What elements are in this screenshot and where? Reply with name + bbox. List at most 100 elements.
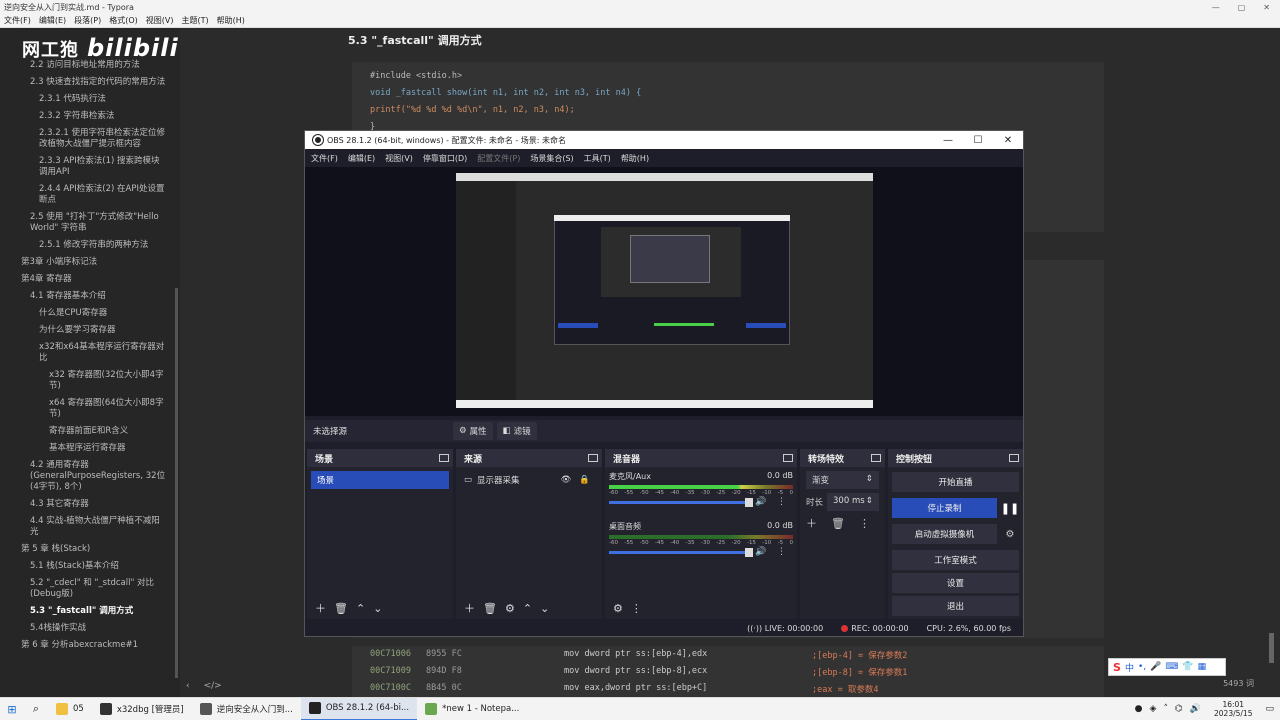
scene-item[interactable]: 场景: [311, 471, 449, 489]
virtual-camera-button[interactable]: 启动虚拟摄像机: [892, 524, 997, 544]
ime-toolbar[interactable]: S 中 •, 🎤 ⌨ 👕 ▦: [1108, 658, 1226, 676]
arrow-down-icon[interactable]: ⌄: [540, 602, 549, 615]
collapse-sidebar-icon[interactable]: ‹: [186, 681, 190, 691]
obs-menu-scene-collection[interactable]: 场景集合(S): [530, 153, 573, 164]
menu-help[interactable]: 帮助(H): [217, 15, 245, 26]
volume-slider[interactable]: [609, 498, 753, 507]
menu-view[interactable]: 视图(V): [146, 15, 174, 26]
undock-icon[interactable]: [1009, 454, 1019, 462]
windows-start-icon[interactable]: ⊞: [0, 703, 24, 716]
more-icon[interactable]: ⋮: [777, 547, 786, 557]
filters-button[interactable]: ◧ 滤镜: [496, 422, 537, 440]
outline-item[interactable]: 2.3.1 代码执行法: [0, 94, 180, 105]
slider-knob[interactable]: [745, 548, 753, 557]
close-icon[interactable]: ✕: [993, 135, 1023, 146]
punctuation-icon[interactable]: •,: [1138, 662, 1146, 672]
ime-mode[interactable]: 中: [1125, 661, 1134, 674]
more-icon[interactable]: ⋮: [859, 517, 870, 530]
duration-spinbox[interactable]: 300 ms ⇕: [827, 493, 879, 511]
outline-item[interactable]: 第3章 小端序标记法: [0, 257, 180, 268]
arrow-up-icon[interactable]: ⌃: [356, 602, 365, 615]
obs-menu-edit[interactable]: 编辑(E): [348, 153, 375, 164]
obs-menu-help[interactable]: 帮助(H): [621, 153, 649, 164]
menu-format[interactable]: 格式(O): [109, 15, 138, 26]
undock-icon[interactable]: [871, 454, 881, 462]
menu-edit[interactable]: 编辑(E): [39, 15, 66, 26]
source-mode-icon[interactable]: </>: [204, 681, 222, 691]
outline-item[interactable]: 4.4 实战-植物大战僵尸种植不减阳光: [0, 516, 180, 538]
exit-button[interactable]: 退出: [892, 596, 1019, 616]
editor-scrollbar[interactable]: [1269, 633, 1274, 663]
trash-icon[interactable]: 🗑: [334, 602, 348, 615]
outline-item[interactable]: 第 6 章 分析abexcrackme#1: [0, 640, 180, 651]
maximize-icon[interactable]: ☐: [963, 135, 993, 146]
outline-item[interactable]: 2.4.4 API检索法(2) 在API处设置断点: [0, 184, 180, 206]
outline-item[interactable]: 5.4栈操作实战: [0, 623, 180, 634]
taskbar-item[interactable]: 逆向安全从入门到...: [192, 698, 301, 720]
network-icon[interactable]: ⌬: [1175, 704, 1183, 714]
studio-mode-button[interactable]: 工作室模式: [892, 550, 1019, 570]
menu-file[interactable]: 文件(F): [4, 15, 31, 26]
properties-button[interactable]: ⚙ 属性: [453, 422, 493, 440]
outline-item[interactable]: 寄存器前面E和R含义: [0, 426, 180, 437]
outline-item[interactable]: 2.5.1 修改字符串的两种方法: [0, 240, 180, 251]
minimize-icon[interactable]: —: [933, 135, 963, 146]
search-icon[interactable]: ⌕: [24, 702, 48, 716]
maximize-icon[interactable]: ▢: [1238, 3, 1246, 12]
outline-item[interactable]: 为什么要学习寄存器: [0, 325, 180, 336]
skin-icon[interactable]: 👕: [1182, 662, 1193, 672]
eye-icon[interactable]: 👁: [561, 475, 572, 485]
shield-icon[interactable]: ◈: [1150, 704, 1157, 714]
outline-item[interactable]: 4.3 其它寄存器: [0, 499, 180, 510]
outline-item[interactable]: 4.2 通用寄存器(GeneralPurposeRegisters, 32位(4…: [0, 460, 180, 493]
trash-icon[interactable]: 🗑: [831, 517, 845, 530]
stop-record-button[interactable]: 停止录制: [892, 498, 997, 518]
volume-icon[interactable]: 🔊: [1190, 704, 1201, 714]
undock-icon[interactable]: [783, 454, 793, 462]
undock-icon[interactable]: [588, 454, 598, 462]
outline-scrollbar[interactable]: [175, 288, 178, 678]
outline-item[interactable]: 第 5 章 栈(Stack): [0, 544, 180, 555]
menu-theme[interactable]: 主题(T): [181, 15, 208, 26]
obs-menu-view[interactable]: 视图(V): [385, 153, 413, 164]
tray-app-icon[interactable]: ●: [1135, 704, 1143, 714]
lock-icon[interactable]: 🔒: [579, 475, 590, 485]
menu-paragraph[interactable]: 段落(P): [74, 15, 101, 26]
outline-item[interactable]: 5.2 "_cdecl" 和 "_stdcall" 对比 (Debug版): [0, 578, 180, 600]
taskbar-item[interactable]: 05: [48, 698, 92, 720]
start-stream-button[interactable]: 开始直播: [892, 472, 1019, 492]
gear-icon[interactable]: ⚙: [505, 602, 515, 615]
outline-item[interactable]: 2.3.3 API检索法(1) 搜索跨模块调用API: [0, 156, 180, 178]
add-icon[interactable]: ＋: [315, 600, 326, 616]
outline-item[interactable]: x32 寄存器图(32位大小即4字节): [0, 370, 180, 392]
speaker-icon[interactable]: 🔊: [755, 547, 766, 557]
toolbox-icon[interactable]: ▦: [1198, 662, 1207, 672]
settings-button[interactable]: 设置: [892, 573, 1019, 593]
minimize-icon[interactable]: —: [1212, 3, 1220, 12]
more-icon[interactable]: ⋮: [631, 602, 642, 615]
obs-menu-profile[interactable]: 配置文件(P): [477, 153, 520, 164]
sogou-icon[interactable]: S: [1113, 661, 1121, 674]
gear-icon[interactable]: ⚙: [997, 529, 1023, 540]
taskbar-item[interactable]: x32dbg [管理员]: [92, 698, 192, 720]
obs-menu-tools[interactable]: 工具(T): [584, 153, 611, 164]
speaker-icon[interactable]: 🔊: [755, 497, 766, 507]
more-icon[interactable]: ⋮: [777, 497, 786, 507]
add-icon[interactable]: ＋: [806, 515, 817, 531]
arrow-down-icon[interactable]: ⌄: [373, 602, 382, 615]
add-icon[interactable]: ＋: [464, 600, 475, 616]
transition-select[interactable]: 渐变 ⇕: [806, 471, 879, 489]
pause-icon[interactable]: ❚❚: [997, 502, 1023, 515]
outline-item[interactable]: x32和x64基本程序运行寄存器对比: [0, 342, 180, 364]
trash-icon[interactable]: 🗑: [483, 602, 497, 615]
outline-item[interactable]: 2.3 快速查找指定的代码的常用方法: [0, 77, 180, 88]
outline-item[interactable]: 2.5 使用 "打补丁"方式修改"Hello World" 字符串: [0, 212, 180, 234]
keyboard-icon[interactable]: ⌨: [1165, 662, 1178, 672]
source-item[interactable]: ▭ 显示器采集 👁 🔒: [460, 471, 598, 489]
outline-item[interactable]: 第4章 寄存器: [0, 274, 180, 285]
clock[interactable]: 16:01 2023/5/15: [1208, 700, 1258, 718]
obs-preview[interactable]: [305, 167, 1023, 416]
microphone-icon[interactable]: 🎤: [1150, 662, 1161, 672]
outline-item[interactable]: 5.1 栈(Stack)基本介绍: [0, 561, 180, 572]
arrow-up-icon[interactable]: ⌃: [523, 602, 532, 615]
